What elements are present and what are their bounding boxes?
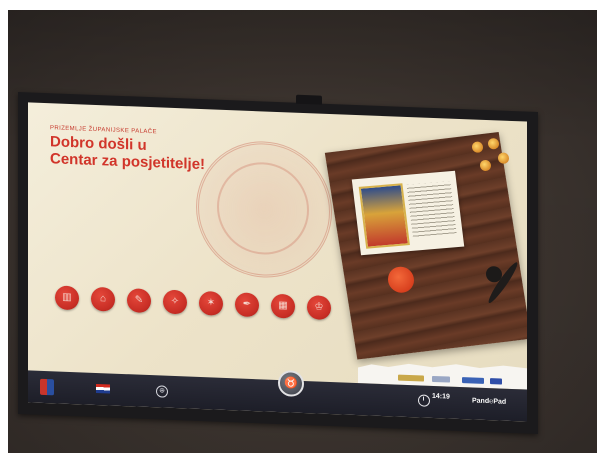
candle-flame — [480, 159, 491, 172]
home-button[interactable]: ♉ — [278, 369, 304, 397]
county-name-text — [58, 383, 92, 384]
crown-icon: ♔ — [307, 295, 331, 321]
sponsor-logo — [432, 376, 450, 383]
croatian-flag-icon[interactable] — [96, 383, 110, 394]
sponsor-logo — [398, 375, 424, 382]
gallery-icon: ▦ — [271, 293, 295, 319]
seal-button-3[interactable]: ✎ — [122, 288, 156, 316]
seal-button-label — [194, 318, 228, 319]
castle-icon: ▥ — [55, 285, 79, 311]
seal-button-1[interactable]: ▥ — [50, 285, 84, 313]
seal-button-label — [86, 314, 120, 315]
seal-button-label — [158, 316, 192, 317]
candle-flame — [488, 138, 499, 150]
language-label[interactable] — [114, 385, 154, 387]
candle-flame — [498, 152, 509, 164]
seal-button-5[interactable]: ✶ — [194, 290, 228, 319]
county-coat-of-arms-logo — [40, 378, 54, 396]
current-time: 14:19 — [432, 392, 450, 401]
eu-flag-logo — [490, 378, 502, 384]
menu-seal-buttons: ▥ ⌂ ✎ ✧ ✶ ✒ ▦ ♔ — [50, 285, 350, 337]
kiosk-screen: Prizemlje županijske palače Dobro došli … — [28, 102, 527, 422]
manuscript-image — [351, 170, 465, 256]
candle-flame — [472, 141, 483, 153]
seal-button-6[interactable]: ✒ — [230, 292, 264, 320]
seal-button-4[interactable]: ✧ — [158, 289, 192, 317]
seal-button-label — [50, 312, 84, 313]
photo-frame: Prizemlje županijske palače Dobro došli … — [8, 10, 597, 453]
welcome-headline: Dobro došli u Centar za posjetitelje! — [50, 133, 240, 174]
globe-icon[interactable]: ⊕ — [156, 385, 168, 398]
seal-button-8[interactable]: ♔ — [302, 295, 336, 323]
display-bezel: Prizemlje županijske palače Dobro došli … — [18, 92, 538, 434]
manuscript-illumination — [358, 183, 410, 249]
seal-button-2[interactable]: ⌂ — [86, 286, 120, 315]
wax-seal-image — [388, 266, 414, 294]
candles-image — [468, 137, 512, 183]
quill-icon: ✎ — [127, 288, 151, 314]
manuscript-text-page — [406, 181, 457, 239]
building-icon: ⌂ — [91, 286, 115, 312]
seal-button-label — [302, 322, 336, 323]
pandopad-logo: Pand℮Pad — [472, 397, 507, 406]
seal-button-label — [230, 319, 264, 320]
home-icon: ♉ — [284, 377, 298, 390]
seal-button-label — [266, 321, 300, 322]
seal-button-label — [122, 315, 156, 316]
clock-icon — [418, 394, 430, 407]
compass-icon: ✧ — [163, 289, 187, 315]
interreg-logo — [462, 377, 484, 384]
seal-button-7[interactable]: ▦ — [266, 293, 300, 322]
webcam — [296, 94, 322, 105]
pen-icon: ✒ — [235, 292, 259, 318]
crest-icon: ✶ — [199, 290, 223, 316]
